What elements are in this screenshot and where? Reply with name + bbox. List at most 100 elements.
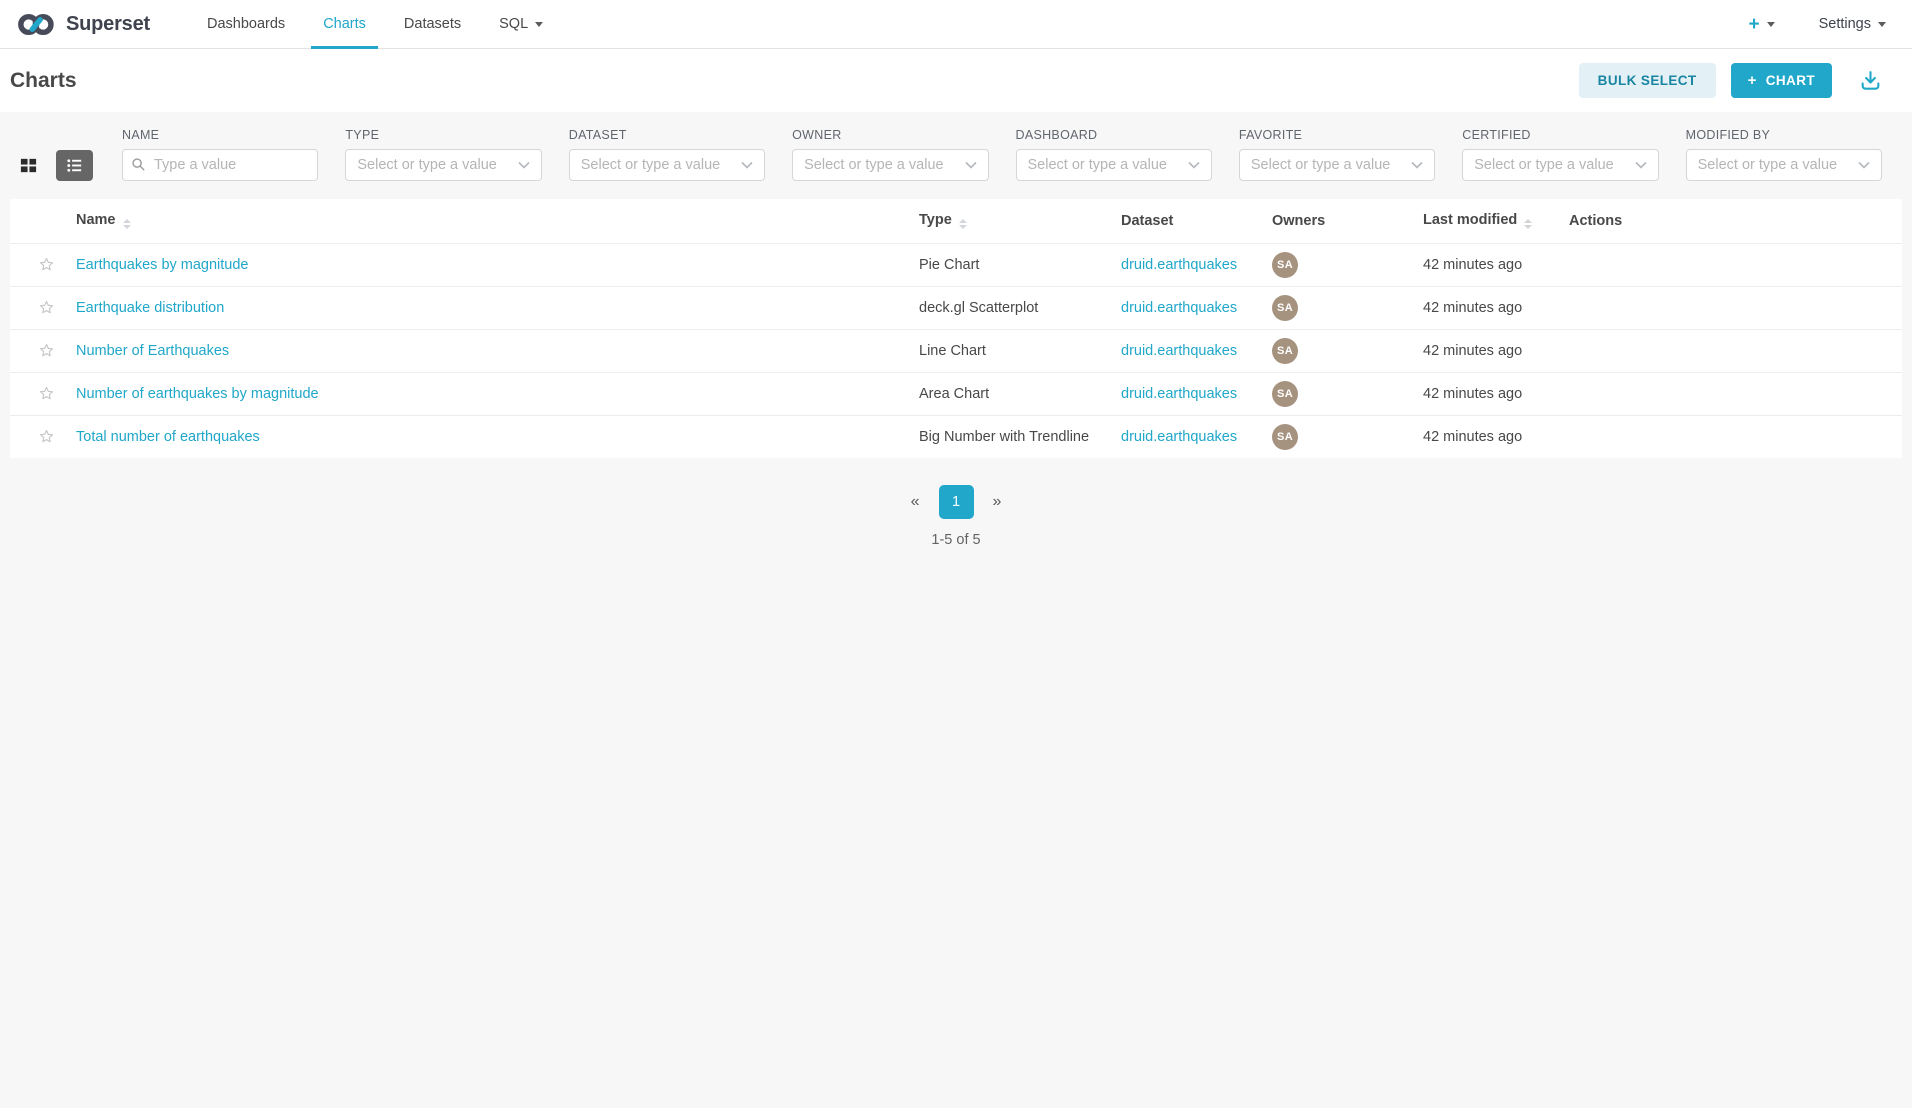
pagination: « 1 » (0, 485, 1912, 519)
favorite-star-icon[interactable] (36, 383, 57, 404)
page-1-button[interactable]: 1 (939, 485, 974, 519)
row-actions (1561, 415, 1902, 458)
filter-dashboard: DASHBOARD Select or type a value (1016, 128, 1212, 181)
filter-favorite: FAVORITE Select or type a value (1239, 128, 1435, 181)
grid-view-icon (19, 156, 38, 175)
row-actions (1561, 329, 1902, 372)
filter-dataset-label: DATASET (569, 128, 765, 142)
new-chart-button[interactable]: + CHART (1731, 63, 1832, 98)
new-chart-label: CHART (1766, 73, 1815, 88)
favorite-filter-select[interactable]: Select or type a value (1239, 149, 1435, 181)
nav-sql[interactable]: SQL (493, 0, 549, 48)
column-actions: Actions (1561, 199, 1902, 243)
chevron-down-icon (1411, 161, 1423, 169)
nav-dashboards-label: Dashboards (207, 16, 285, 32)
sort-icon[interactable] (123, 219, 131, 229)
chart-name-link[interactable]: Number of earthquakes by magnitude (76, 386, 319, 402)
page-header: Charts BULK SELECT + CHART (0, 49, 1912, 112)
dataset-filter-select[interactable]: Select or type a value (569, 149, 765, 181)
name-filter-input[interactable] (122, 149, 318, 181)
select-placeholder: Select or type a value (357, 157, 496, 173)
modified-by-filter-select[interactable]: Select or type a value (1686, 149, 1882, 181)
owner-filter-select[interactable]: Select or type a value (792, 149, 988, 181)
dataset-link[interactable]: druid.earthquakes (1121, 343, 1237, 359)
column-name[interactable]: Name (68, 199, 911, 243)
column-dataset-label: Dataset (1121, 213, 1173, 229)
chart-name-link[interactable]: Total number of earthquakes (76, 429, 260, 445)
export-button[interactable] (1855, 65, 1886, 96)
favorite-star-icon[interactable] (36, 426, 57, 447)
view-toggles (10, 150, 93, 181)
superset-infinity-icon (16, 11, 57, 38)
settings-label: Settings (1819, 16, 1871, 32)
dataset-link[interactable]: druid.earthquakes (1121, 300, 1237, 316)
table-row: Number of earthquakes by magnitude Area … (10, 372, 1902, 415)
owner-avatar[interactable]: SA (1272, 381, 1298, 407)
select-placeholder: Select or type a value (581, 157, 720, 173)
dashboard-filter-select[interactable]: Select or type a value (1016, 149, 1212, 181)
nav-datasets[interactable]: Datasets (398, 0, 467, 48)
top-nav: Superset Dashboards Charts Datasets SQL … (0, 0, 1912, 49)
last-modified-value: 42 minutes ago (1423, 429, 1522, 445)
certified-filter-select[interactable]: Select or type a value (1462, 149, 1658, 181)
row-actions (1561, 286, 1902, 329)
superset-logo[interactable]: Superset (16, 11, 150, 38)
owner-avatar[interactable]: SA (1272, 338, 1298, 364)
favorite-star-icon[interactable] (36, 254, 57, 275)
new-item-menu-button[interactable]: + (1748, 15, 1774, 34)
card-view-toggle[interactable] (10, 150, 47, 181)
chart-type: Pie Chart (919, 257, 979, 273)
favorite-star-icon[interactable] (36, 297, 57, 318)
dataset-link[interactable]: druid.earthquakes (1121, 429, 1237, 445)
filter-type-label: TYPE (345, 128, 541, 142)
filter-name: NAME (122, 128, 318, 181)
select-placeholder: Select or type a value (804, 157, 943, 173)
dataset-link[interactable]: druid.earthquakes (1121, 386, 1237, 402)
sort-icon[interactable] (1524, 219, 1532, 229)
next-page-button[interactable]: » (983, 487, 1012, 517)
charts-table: Name Type Dataset Owners Last modified A… (10, 199, 1902, 458)
chart-name-link[interactable]: Earthquakes by magnitude (76, 257, 249, 273)
dataset-link[interactable]: druid.earthquakes (1121, 257, 1237, 273)
caret-down-icon (1767, 22, 1775, 27)
table-header-row: Name Type Dataset Owners Last modified A… (10, 199, 1902, 243)
nav-dashboards[interactable]: Dashboards (201, 0, 291, 48)
nav-sql-label: SQL (499, 16, 528, 32)
row-actions (1561, 372, 1902, 415)
chart-type: Big Number with Trendline (919, 429, 1089, 445)
chart-type: deck.gl Scatterplot (919, 300, 1038, 316)
chart-name-link[interactable]: Earthquake distribution (76, 300, 224, 316)
sort-icon[interactable] (959, 219, 967, 229)
owner-avatar[interactable]: SA (1272, 424, 1298, 450)
type-filter-select[interactable]: Select or type a value (345, 149, 541, 181)
prev-page-button[interactable]: « (901, 487, 930, 517)
last-modified-value: 42 minutes ago (1423, 257, 1522, 273)
filter-modified-by-label: MODIFIED BY (1686, 128, 1882, 142)
caret-down-icon (535, 22, 543, 27)
nav-charts-label: Charts (323, 16, 366, 32)
select-placeholder: Select or type a value (1474, 157, 1613, 173)
plus-icon: + (1748, 15, 1759, 34)
filter-owner: OWNER Select or type a value (792, 128, 988, 181)
nav-charts[interactable]: Charts (317, 0, 372, 48)
page-title: Charts (10, 69, 77, 93)
name-search-wrap (122, 149, 318, 181)
chart-name-link[interactable]: Number of Earthquakes (76, 343, 229, 359)
column-type[interactable]: Type (911, 199, 1113, 243)
owner-avatar[interactable]: SA (1272, 252, 1298, 278)
filter-dashboard-label: DASHBOARD (1016, 128, 1212, 142)
chevron-down-icon (1188, 161, 1200, 169)
select-placeholder: Select or type a value (1698, 157, 1837, 173)
chevron-down-icon (1858, 161, 1870, 169)
filter-favorite-label: FAVORITE (1239, 128, 1435, 142)
owner-avatar[interactable]: SA (1272, 295, 1298, 321)
favorite-star-icon[interactable] (36, 340, 57, 361)
header-actions: BULK SELECT + CHART (1579, 63, 1886, 98)
column-favorite (10, 199, 68, 243)
column-type-label: Type (919, 212, 952, 228)
bulk-select-button[interactable]: BULK SELECT (1579, 63, 1716, 98)
column-last-modified[interactable]: Last modified (1415, 199, 1561, 243)
column-owners: Owners (1264, 199, 1415, 243)
list-view-toggle[interactable] (56, 150, 93, 181)
settings-menu-button[interactable]: Settings (1819, 16, 1886, 32)
